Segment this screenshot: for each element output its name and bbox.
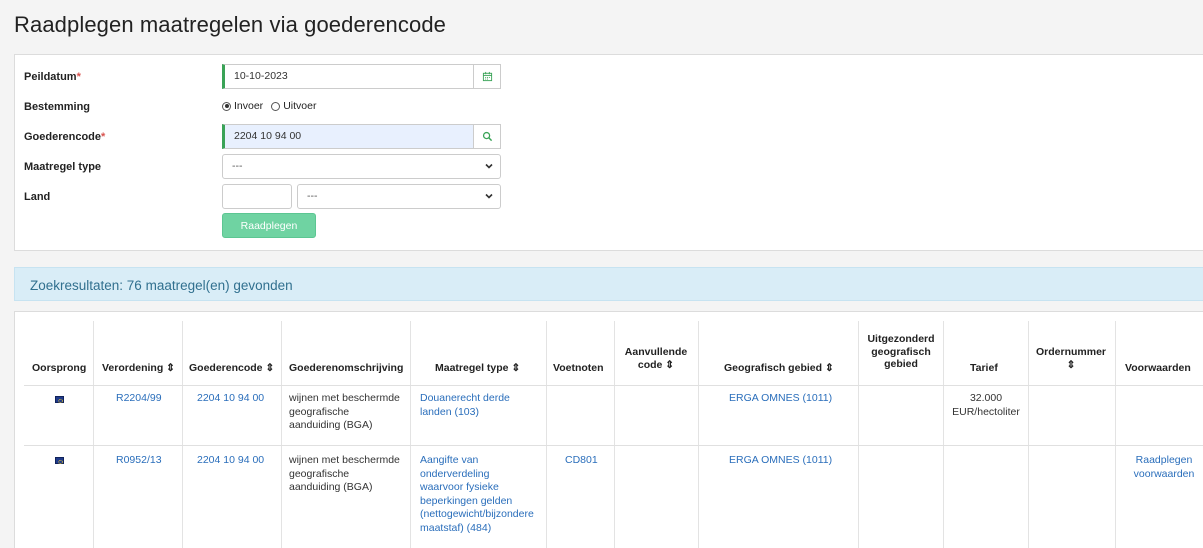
row1-tarief: 32.000 EUR/hectoliter	[952, 392, 1020, 418]
invoer-label[interactable]: Invoer	[234, 100, 263, 112]
row2-voorwaarden-link[interactable]: Raadplegen voorwaarden	[1116, 454, 1203, 481]
invoer-radio[interactable]	[222, 101, 231, 111]
row1-maatregel-link[interactable]: Douanerecht derde landen (103)	[420, 392, 510, 419]
land-select[interactable]: ---	[297, 184, 501, 209]
row2-verordening-link[interactable]: R0952/13	[116, 454, 162, 468]
results-summary: Zoekresultaten: 76 maatregel(en) gevonde…	[30, 278, 293, 293]
chevron-down-icon	[485, 163, 493, 169]
row2-voetnoten-link[interactable]: CD801	[565, 454, 598, 468]
peildatum-field[interactable]: 10-10-2023	[222, 64, 501, 89]
search-form: Peildatum* 10-10-2023 Bestemming Invoer …	[14, 54, 1203, 251]
eu-flag-icon	[55, 396, 64, 403]
row2-geo-link[interactable]: ERGA OMNES (1011)	[729, 454, 832, 468]
header-aanvullende-code[interactable]: Aanvullende code ⇕	[618, 346, 694, 371]
row1-omschrijving: wijnen met beschermde geografische aanduid…	[289, 392, 400, 431]
header-goederenomschrijving: Goederenomschrijving	[289, 362, 404, 374]
row2-maatregel-link[interactable]: Aangifte van onderverdeling waarvoor fysie…	[420, 454, 534, 535]
header-uitgezonderd-gebied: Uitgezonderd geografisch gebied	[867, 333, 935, 370]
uitvoer-radio[interactable]	[271, 101, 281, 111]
header-verordening[interactable]: Verordening ⇕	[102, 362, 175, 375]
row2-omschrijving: wijnen met beschermde geografische aanduid…	[289, 454, 400, 493]
page-title: Raadplegen maatregelen via goederencode	[14, 12, 446, 37]
uitvoer-label[interactable]: Uitvoer	[283, 100, 316, 112]
goederencode-field[interactable]: 2204 10 94 00	[222, 124, 501, 149]
header-maatregel-type[interactable]: Maatregel type ⇕	[435, 362, 520, 375]
results-banner: Zoekresultaten: 76 maatregel(en) gevonde…	[14, 267, 1203, 301]
eu-flag-icon	[55, 457, 64, 464]
goederencode-value[interactable]: 2204 10 94 00	[234, 130, 301, 142]
bestemming-label: Bestemming	[24, 101, 91, 113]
land-code-input[interactable]	[222, 184, 292, 209]
maatregel-type-select[interactable]: ---	[222, 154, 501, 179]
maatregel-type-value: ---	[232, 160, 243, 172]
header-geografisch-gebied[interactable]: Geografisch gebied ⇕	[724, 362, 834, 375]
raadplegen-button[interactable]: Raadplegen	[222, 213, 316, 238]
peildatum-label: Peildatum*	[24, 71, 81, 83]
header-goederencode[interactable]: Goederencode ⇕	[189, 362, 274, 375]
calendar-icon[interactable]	[473, 65, 500, 88]
header-voetnoten: Voetnoten	[553, 362, 604, 374]
land-select-value: ---	[307, 190, 318, 202]
maatregel-type-label: Maatregel type	[24, 161, 102, 173]
header-tarief: Tarief	[970, 362, 998, 374]
search-icon[interactable]	[473, 125, 500, 148]
header-ordernummer[interactable]: Ordernummer ⇕	[1031, 346, 1111, 371]
bestemming-radio-group: Invoer Uitvoer	[222, 100, 324, 112]
peildatum-value[interactable]: 10-10-2023	[234, 70, 288, 82]
row1-verordening-link[interactable]: R2204/99	[116, 392, 162, 406]
header-oorsprong: Oorsprong	[32, 362, 87, 374]
land-label: Land	[24, 191, 51, 203]
row1-goederencode-link[interactable]: 2204 10 94 00	[197, 392, 264, 406]
row1-geo-link[interactable]: ERGA OMNES (1011)	[729, 392, 832, 406]
header-voorwaarden: Voorwaarden	[1125, 362, 1191, 374]
goederencode-label: Goederencode*	[24, 131, 106, 143]
chevron-down-icon	[485, 193, 493, 199]
row2-goederencode-link[interactable]: 2204 10 94 00	[197, 454, 264, 468]
results-table: Oorsprong Verordening ⇕ Goederencode ⇕ G…	[14, 311, 1203, 548]
